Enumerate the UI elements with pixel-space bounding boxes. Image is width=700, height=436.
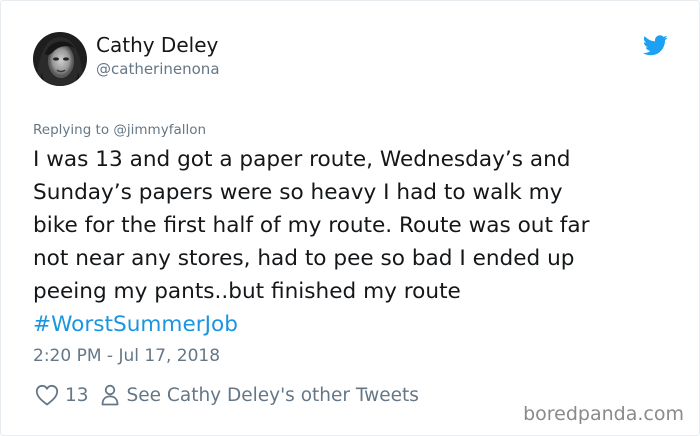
- hashtag-link[interactable]: #WorstSummerJob: [33, 308, 673, 341]
- author-handle[interactable]: @catherinenona: [96, 59, 220, 79]
- like-count[interactable]: 13: [65, 385, 89, 406]
- twitter-bird-icon[interactable]: [642, 35, 668, 56]
- tweet-text-line: I was 13 and got a paper route, Wednesda…: [33, 147, 571, 172]
- avatar-image: [33, 32, 87, 86]
- other-tweets-link[interactable]: See Cathy Deley's other Tweets: [127, 385, 419, 406]
- tweet-timestamp[interactable]: 2:20 PM - Jul 17, 2018: [33, 345, 220, 367]
- heart-icon[interactable]: [35, 384, 59, 406]
- author-name[interactable]: Cathy Deley: [96, 33, 218, 57]
- tweet-text-line: peeing my pants..but finished my route: [33, 279, 461, 304]
- person-icon[interactable]: [101, 384, 119, 406]
- watermark: boredpanda.com: [523, 403, 684, 425]
- avatar[interactable]: [33, 32, 87, 86]
- tweet-text-line: Sunday’s papers were so heavy I had to w…: [33, 180, 563, 205]
- tweet-card: Cathy Deley @catherinenona Replying to @…: [0, 0, 700, 436]
- tweet-text: I was 13 and got a paper route, Wednesda…: [33, 143, 673, 341]
- tweet-text-line: not near any stores, had to pee so bad I…: [33, 246, 575, 271]
- tweet-text-line: bike for the first half of my route. Rou…: [33, 213, 590, 238]
- replying-to[interactable]: Replying to @jimmyfallon: [33, 120, 206, 140]
- tweet-actions: 13 See Cathy Deley's other Tweets: [35, 382, 419, 408]
